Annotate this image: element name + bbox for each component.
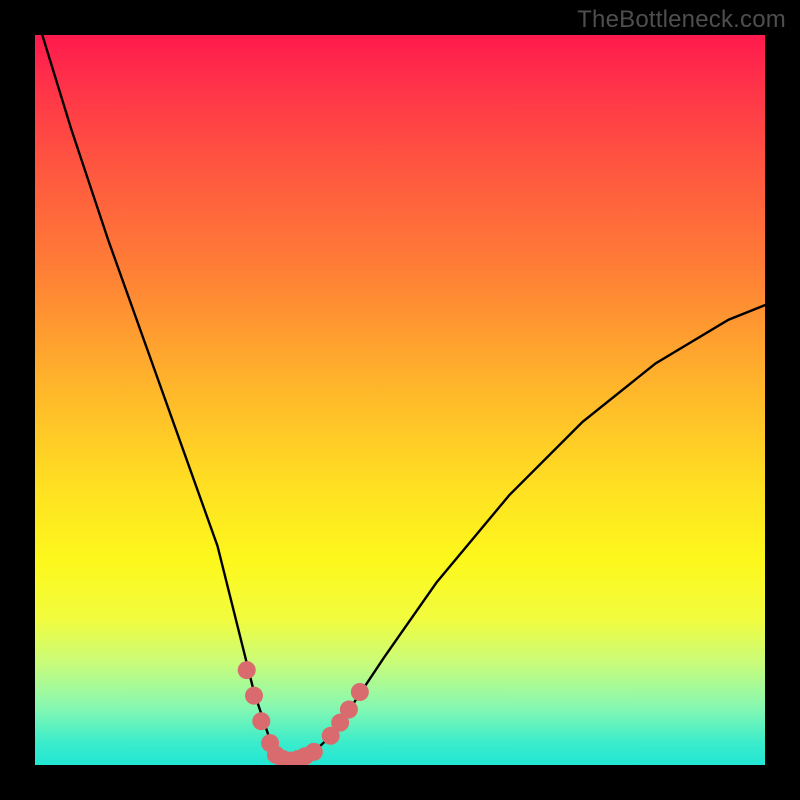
marker-dot [245, 687, 263, 705]
watermark-text: TheBottleneck.com [577, 6, 786, 34]
highlight-markers [238, 661, 369, 765]
chart-frame: TheBottleneck.com [0, 0, 800, 800]
chart-svg [35, 35, 765, 765]
marker-dot [351, 683, 369, 701]
marker-dot [340, 701, 358, 719]
bottleneck-curve [42, 35, 765, 761]
marker-dot [238, 661, 256, 679]
marker-dot [305, 743, 323, 761]
plot-area [35, 35, 765, 765]
marker-dot [252, 712, 270, 730]
